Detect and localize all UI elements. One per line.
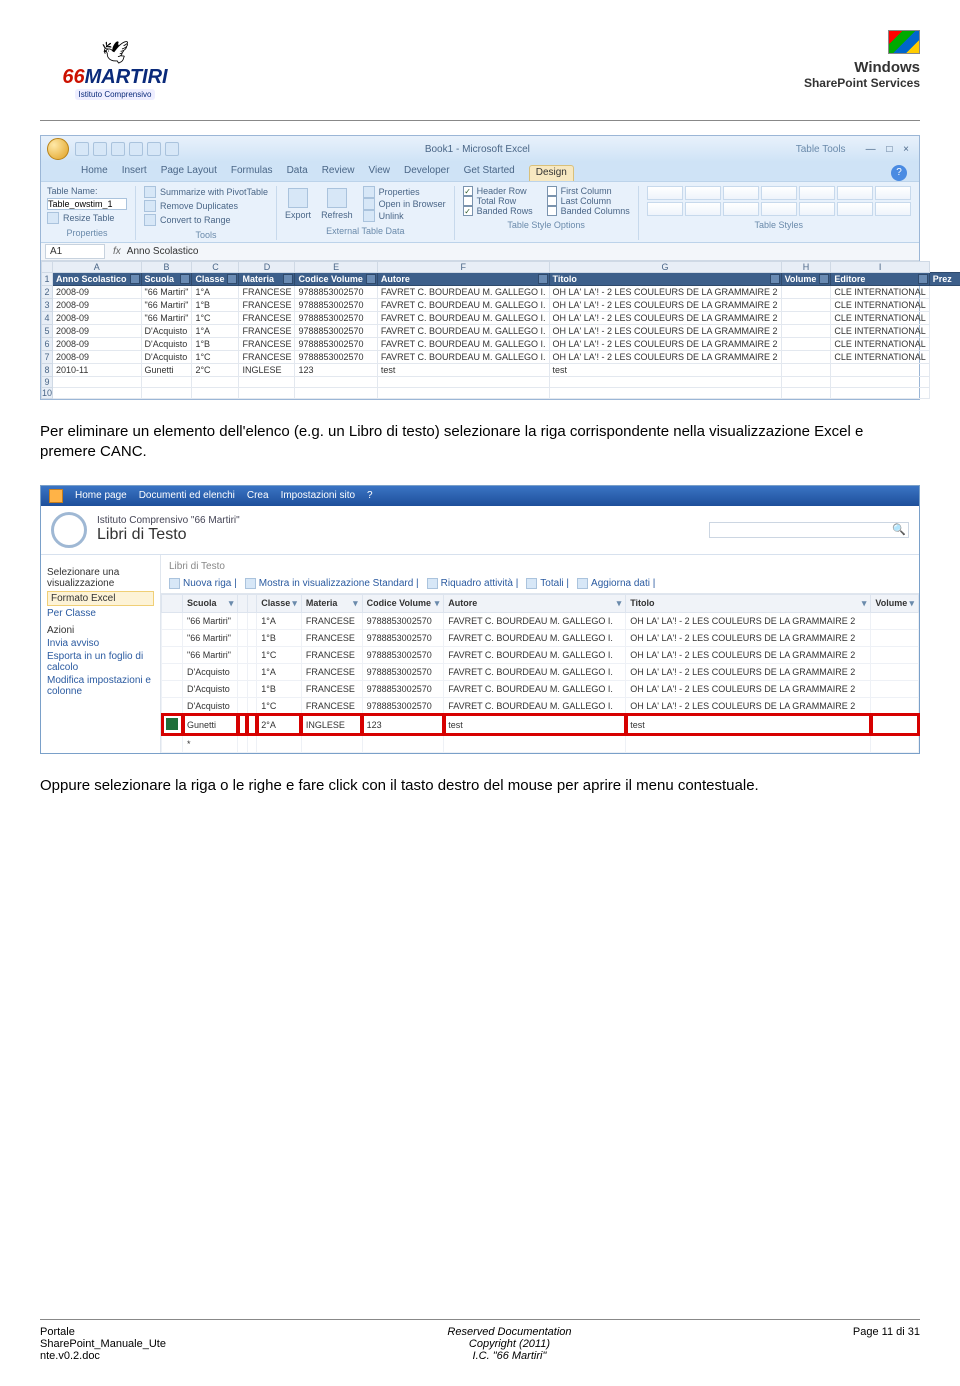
- tools-summarize-with-pivottable[interactable]: Summarize with PivotTable: [144, 186, 268, 198]
- export-button[interactable]: Export: [285, 188, 311, 220]
- refresh-button[interactable]: Refresh: [321, 188, 353, 220]
- ribbon-tab-page-layout[interactable]: Page Layout: [161, 165, 217, 181]
- group-label: External Table Data: [285, 226, 446, 236]
- footer-right: Page 11 di 31: [853, 1326, 920, 1362]
- toolbar-totali[interactable]: Totali |: [526, 578, 569, 589]
- resize-table-button[interactable]: Resize Table: [47, 212, 127, 224]
- table-name-label: Table Name:: [47, 186, 98, 196]
- toolbar-riquadro-attivit-[interactable]: Riquadro attività |: [427, 578, 519, 589]
- topbar-home-page[interactable]: Home page: [75, 490, 127, 501]
- ribbon-tabs[interactable]: Home Insert Page Layout Formulas Data Review V…: [41, 162, 919, 181]
- sp-subheader: Istituto Comprensivo "66 Martiri" Libri …: [41, 506, 919, 555]
- logo-name: 66MARTIRI: [62, 66, 167, 89]
- group-label: Properties: [47, 228, 127, 238]
- view-per-classe[interactable]: Per Classe: [47, 608, 154, 619]
- excel-row-icon: [166, 718, 178, 730]
- styles-gallery[interactable]: [647, 186, 911, 216]
- window-controls[interactable]: — □ ×: [866, 144, 913, 155]
- sp-topbar[interactable]: Home page Documenti ed elenchi Crea Imposta…: [41, 486, 919, 506]
- logo-right: Windows SharePoint Services: [804, 30, 920, 90]
- formula-bar[interactable]: A1 fx Anno Scolastico: [41, 243, 919, 261]
- bird-icon: 🕊: [101, 40, 129, 66]
- table-tools-label: Table Tools: [776, 144, 866, 155]
- action-invia-avviso[interactable]: Invia avviso: [47, 638, 154, 649]
- styleopt-banded-rows[interactable]: ✓Banded Rows: [463, 206, 533, 216]
- styleopt-first-column[interactable]: First Column: [547, 186, 630, 196]
- group-table-styles: Table Styles: [647, 186, 919, 240]
- logo-left: 🕊 66MARTIRI Istituto Comprensivo: [40, 30, 190, 110]
- topbar--[interactable]: ?: [367, 490, 373, 501]
- group-properties: Table Name: Resize Table Properties: [47, 186, 136, 240]
- action-modifica[interactable]: Modifica impostazioni e colonne: [47, 675, 154, 697]
- sharepoint-text: SharePoint Services: [804, 76, 920, 90]
- breadcrumb: Libri di Testo: [161, 559, 919, 574]
- name-box[interactable]: A1: [45, 244, 105, 259]
- sharepoint-screenshot: Home page Documenti ed elenchi Crea Imposta…: [40, 485, 920, 754]
- table-name-input[interactable]: [47, 198, 127, 210]
- site-title: Libri di Testo: [97, 526, 240, 544]
- sp-sidebar: Selezionare una visualizzazione Formato …: [41, 555, 161, 753]
- ribbon-tab-data[interactable]: Data: [287, 165, 308, 181]
- quick-access-toolbar[interactable]: [75, 142, 179, 156]
- ribbon-tab-view[interactable]: View: [368, 165, 390, 181]
- paragraph-2: Oppure selezionare la riga o le righe e …: [40, 776, 920, 796]
- toolbar-nuova-riga[interactable]: Nuova riga |: [169, 578, 237, 589]
- ribbon-tab-get-started[interactable]: Get Started: [464, 165, 515, 181]
- styleopt-header-row[interactable]: ✓Header Row: [463, 186, 533, 196]
- group-style-options: ✓Header RowTotal Row✓Banded Rows First Co…: [463, 186, 639, 240]
- paragraph-1: Per eliminare un elemento dell'elenco (e…: [40, 422, 920, 463]
- topbar-documenti-ed-elenchi[interactable]: Documenti ed elenchi: [139, 490, 235, 501]
- view-formato-excel[interactable]: Formato Excel: [47, 591, 154, 606]
- excel-titlebar: Book1 - Microsoft Excel Table Tools — □ …: [41, 136, 919, 162]
- excel-grid[interactable]: ABCDEFGHI1Anno ScolasticoScuolaClasseMat…: [41, 261, 919, 399]
- ribbon-tab-review[interactable]: Review: [322, 165, 355, 181]
- page-header: 🕊 66MARTIRI Istituto Comprensivo Windows…: [40, 30, 920, 121]
- excel-screenshot: Book1 - Microsoft Excel Table Tools — □ …: [40, 135, 920, 400]
- search-input[interactable]: [709, 522, 909, 538]
- ribbon-body: Table Name: Resize Table Properties Summ…: [41, 181, 919, 243]
- action-esporta[interactable]: Esporta in un foglio di calcolo: [47, 651, 154, 673]
- group-external: Export Refresh PropertiesOpen in Browser…: [285, 186, 455, 240]
- logo-sub: Istituto Comprensivo: [75, 89, 156, 100]
- styleopt-last-column[interactable]: Last Column: [547, 196, 630, 206]
- topbar-crea[interactable]: Crea: [247, 490, 269, 501]
- group-tools: Summarize with PivotTable Remove Duplicat…: [144, 186, 277, 240]
- ribbon-tab-home[interactable]: Home: [81, 165, 108, 181]
- doc-title: Book1 - Microsoft Excel: [179, 144, 776, 155]
- windows-flag-icon: [888, 30, 920, 54]
- site-subtitle: Istituto Comprensivo "66 Martiri": [97, 515, 240, 526]
- site-logo-icon: [51, 512, 87, 548]
- home-icon[interactable]: [49, 489, 63, 503]
- sp-toolbar[interactable]: Nuova riga | Mostra in visualizzazione St…: [161, 574, 919, 594]
- side-section-label: Azioni: [47, 625, 154, 636]
- toolbar-mostra-in-visualizzazione-standard[interactable]: Mostra in visualizzazione Standard |: [245, 578, 419, 589]
- sp-main: Libri di Testo Nuova riga | Mostra in vis…: [161, 555, 919, 753]
- ribbon-tab-design[interactable]: Design: [529, 165, 574, 181]
- page-footer: PortaleSharePoint_Manuale_Utente.v0.2.do…: [40, 1319, 920, 1362]
- tools-remove-duplicates[interactable]: Remove Duplicates: [144, 200, 268, 212]
- formula-content[interactable]: Anno Scolastico: [127, 246, 199, 257]
- tools-convert-to-range[interactable]: Convert to Range: [144, 214, 268, 226]
- ribbon-tab-formulas[interactable]: Formulas: [231, 165, 273, 181]
- help-icon[interactable]: ?: [891, 165, 907, 181]
- side-section-label: Selezionare una visualizzazione: [47, 567, 154, 589]
- footer-mid: Reserved DocumentationCopyright (2011)I.…: [447, 1326, 571, 1362]
- sp-datasheet[interactable]: Scuola▾Classe▾Materia▾Codice Volume▾Auto…: [161, 594, 919, 753]
- toolbar-aggiorna-dati[interactable]: Aggiorna dati |: [577, 578, 655, 589]
- ext-unlink[interactable]: Unlink: [363, 210, 446, 222]
- fx-icon[interactable]: fx: [113, 246, 121, 257]
- ribbon-tab-developer[interactable]: Developer: [404, 165, 450, 181]
- ext-properties[interactable]: Properties: [363, 186, 446, 198]
- styleopt-total-row[interactable]: Total Row: [463, 196, 533, 206]
- styleopt-banded-columns[interactable]: Banded Columns: [547, 206, 630, 216]
- topbar-impostazioni-sito[interactable]: Impostazioni sito: [281, 490, 355, 501]
- ext-open-in-browser[interactable]: Open in Browser: [363, 198, 446, 210]
- group-label: Table Styles: [647, 220, 911, 230]
- office-orb-icon[interactable]: [47, 138, 69, 160]
- group-label: Table Style Options: [463, 220, 630, 230]
- footer-left: PortaleSharePoint_Manuale_Utente.v0.2.do…: [40, 1326, 166, 1362]
- windows-text: Windows: [804, 59, 920, 76]
- ribbon-tab-insert[interactable]: Insert: [122, 165, 147, 181]
